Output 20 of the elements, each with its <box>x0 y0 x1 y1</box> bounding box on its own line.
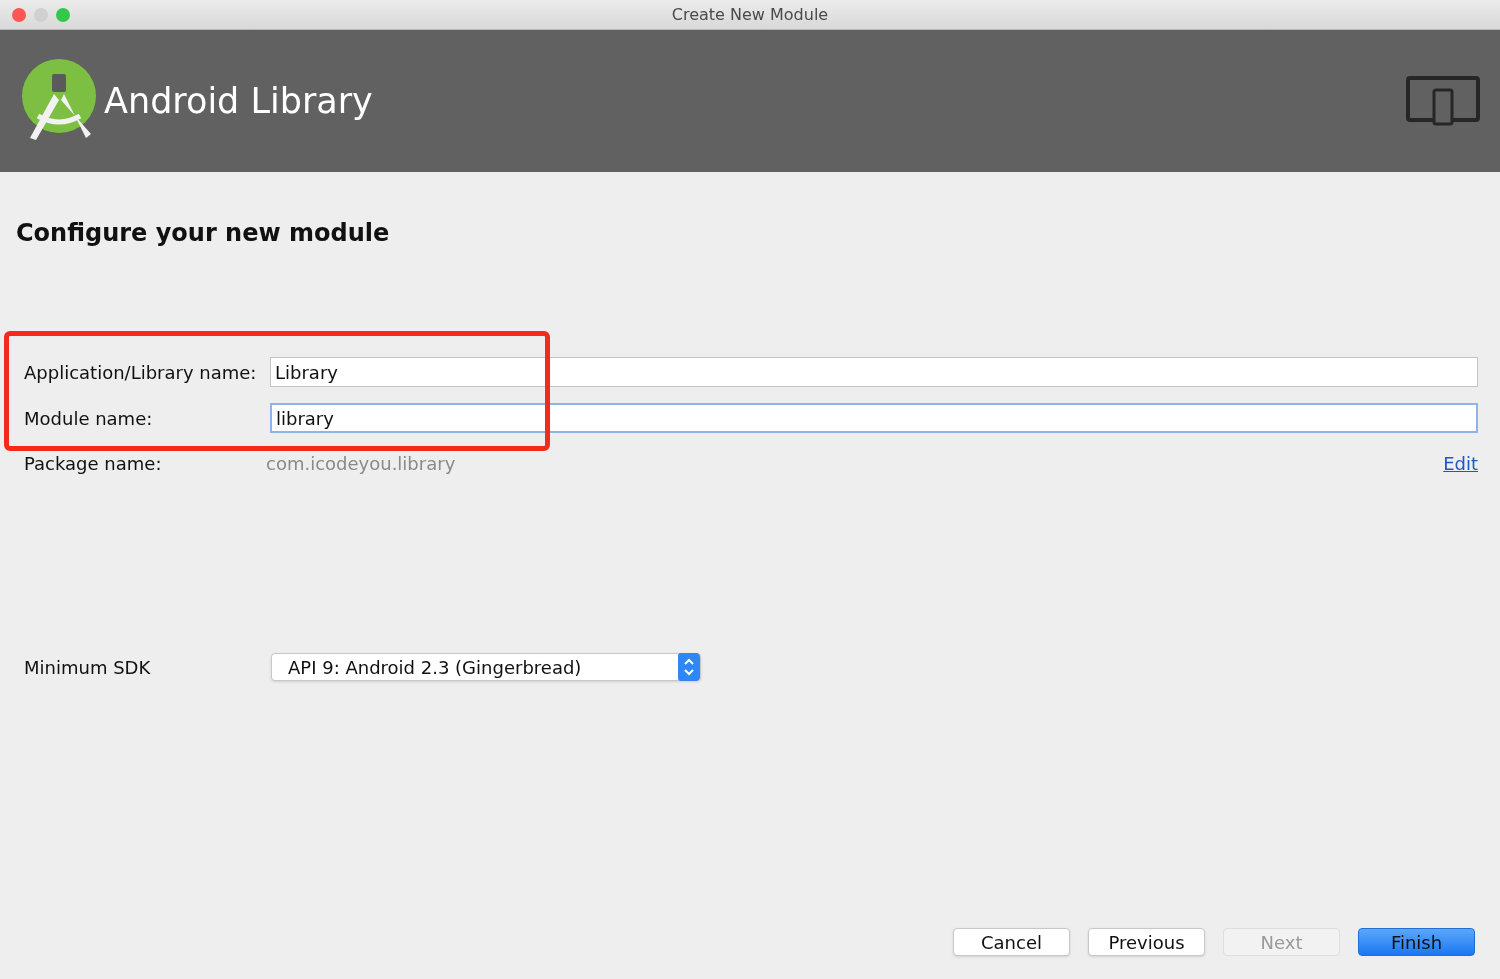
field-label: Minimum SDK <box>24 655 152 680</box>
window-title: Create New Module <box>671 3 829 26</box>
package-name-text: com.icodeyou.library <box>266 452 457 476</box>
dialog-button[interactable]: Finish <box>1358 928 1475 956</box>
field-label: Module name: <box>24 406 154 431</box>
sdk-dropdown[interactable]: API 9: Android 2.3 (Gingerbread) <box>271 653 701 681</box>
dialog-button[interactable]: Previous <box>1088 928 1205 956</box>
text-field[interactable]: Library <box>270 357 1478 387</box>
text-field[interactable]: library <box>270 403 1478 433</box>
edit-link[interactable]: Edit <box>1443 450 1478 477</box>
header-title: Android Library <box>104 79 373 123</box>
minimize-button[interactable] <box>34 7 48 22</box>
stepper-arrows-icon <box>678 653 700 681</box>
close-button[interactable] <box>12 7 26 22</box>
page-heading: Configure your new module <box>16 218 391 249</box>
field-label: Application/Library name: <box>24 360 258 385</box>
zoom-button[interactable] <box>56 7 70 22</box>
field-label: Package name: <box>24 452 163 476</box>
device-icon <box>1406 76 1480 126</box>
dialog-button[interactable]: Cancel <box>953 928 1070 956</box>
